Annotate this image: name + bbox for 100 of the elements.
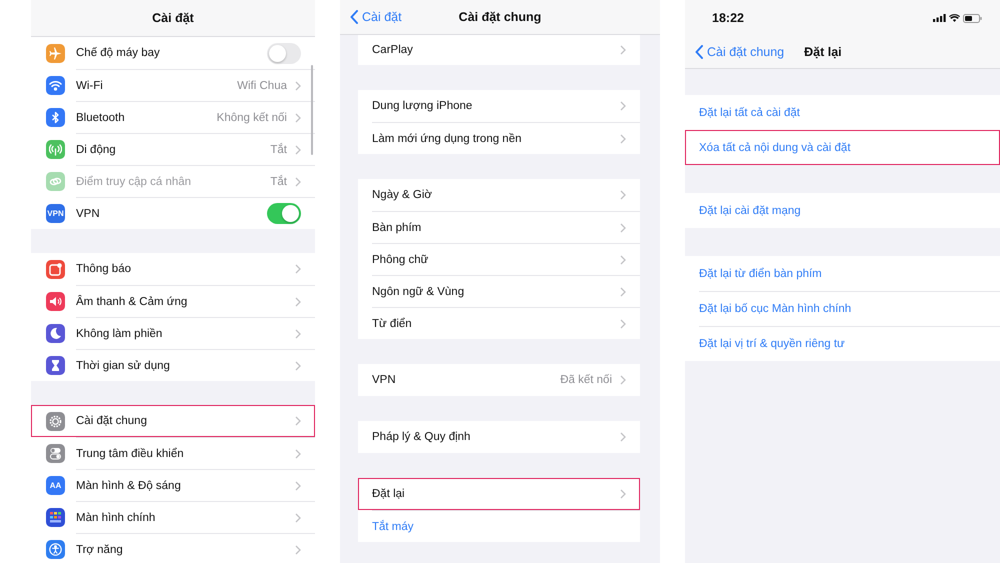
signal-icon	[933, 14, 946, 22]
chevron-icon	[295, 328, 301, 338]
action-link[interactable]: Tắt máy	[372, 520, 626, 532]
setting-label: Không làm phiền	[76, 328, 164, 340]
settings-row[interactable]: Làm mới ứng dụng trong nền	[358, 122, 640, 154]
setting-label: Trợ năng	[76, 544, 124, 556]
settings-row[interactable]: Di động Tắt	[31, 133, 315, 165]
chevron-icon	[620, 101, 626, 111]
chevron-icon	[295, 264, 301, 274]
setting-label: Từ điển	[372, 318, 413, 330]
settings-row[interactable]: Bàn phím	[358, 211, 640, 243]
settings-row[interactable]: Đặt lại	[358, 478, 640, 510]
chevron-icon	[620, 134, 626, 144]
settings-row[interactable]: VPN VPN	[31, 197, 315, 229]
setting-label: Ngày & Giờ	[372, 189, 433, 201]
setting-value: Tắt	[270, 176, 287, 188]
back-label[interactable]: Cài đặt	[362, 10, 402, 24]
back-icon	[350, 10, 358, 24]
setting-value: Đã kết nối	[560, 374, 612, 386]
settings-row[interactable]: Đặt lại tất cả cài đặt	[685, 95, 1000, 130]
chevron-icon	[620, 45, 626, 55]
setting-label: VPN	[76, 208, 101, 220]
settings-row[interactable]: Dung lượng iPhone	[358, 90, 640, 122]
setting-label: Thời gian sử dụng	[76, 360, 171, 372]
setting-label: Cài đặt chung	[76, 415, 148, 427]
setting-label: Màn hình & Độ sáng	[76, 480, 182, 492]
setting-label: VPN	[372, 374, 397, 386]
setting-label: Màn hình chính	[76, 512, 156, 524]
chevron-icon	[620, 254, 626, 264]
settings-row[interactable]: Đặt lại cài đặt mạng	[685, 193, 1000, 228]
settings-row[interactable]: Đặt lại từ điển bàn phím	[685, 256, 1000, 291]
settings-row[interactable]: Tắt máy	[358, 510, 640, 542]
chevron-icon	[295, 512, 301, 522]
settings-row[interactable]: Ngày & Giờ	[358, 179, 640, 211]
chevron-icon	[620, 318, 626, 328]
settings-row[interactable]: Không làm phiền	[31, 317, 315, 349]
wifi-icon	[949, 14, 960, 22]
screen-title: Cài đặt chung	[458, 10, 542, 24]
settings-row[interactable]: Thời gian sử dụng	[31, 349, 315, 381]
chevron-icon	[295, 544, 301, 554]
settings-row[interactable]: Màn hình chính	[31, 501, 315, 533]
action-link[interactable]: Đặt lại từ điển bàn phím	[699, 268, 986, 280]
setting-label: Bàn phím	[372, 222, 422, 234]
action-link[interactable]: Đặt lại vị trí & quyền riêng tư	[699, 338, 986, 350]
action-link[interactable]: Đặt lại cài đặt mạng	[699, 204, 986, 216]
setting-label: Làm mới ứng dụng trong nền	[372, 132, 522, 144]
chevron-icon	[295, 112, 301, 122]
action-link[interactable]: Đặt lại tất cả cài đặt	[699, 106, 986, 118]
settings-row[interactable]: Cài đặt chung	[31, 405, 315, 437]
chevron-icon	[620, 375, 626, 385]
text-icon: AA	[46, 476, 65, 494]
toggle-switch[interactable]	[267, 42, 301, 64]
setting-label: Di động	[76, 144, 117, 156]
action-link[interactable]: Đặt lại bố cục Màn hình chính	[699, 303, 986, 315]
setting-label: CarPlay	[372, 44, 414, 56]
setting-label: Trung tâm điều khiển	[76, 448, 185, 460]
setting-value: Không kết nối	[216, 112, 287, 124]
chevron-icon	[295, 144, 301, 154]
chevron-icon	[295, 416, 301, 426]
status-time: 18:22	[712, 11, 744, 25]
action-link[interactable]: Xóa tất cả nội dung và cài đặt	[699, 142, 986, 154]
setting-label: Bluetooth	[76, 112, 126, 124]
text-icon: VPN	[46, 204, 65, 222]
setting-label: Chế độ máy bay	[76, 47, 161, 59]
settings-row[interactable]: Thông báo	[31, 253, 315, 285]
screen-title: Đặt lại	[804, 45, 842, 59]
settings-row[interactable]: Âm thanh & Cảm ứng	[31, 285, 315, 317]
settings-row[interactable]: Đặt lại bố cục Màn hình chính	[685, 291, 1000, 326]
back-button[interactable]: Cài đặt	[350, 10, 402, 24]
settings-row[interactable]: Trung tâm điều khiển	[31, 437, 315, 469]
settings-row[interactable]: VPN Đã kết nối	[358, 364, 640, 396]
battery-icon	[963, 14, 982, 22]
setting-label: Phông chữ	[372, 254, 430, 266]
settings-row[interactable]: Ngôn ngữ & Vùng	[358, 275, 640, 307]
setting-label: Điểm truy cập cá nhân	[76, 176, 192, 188]
settings-row[interactable]: Từ điển	[358, 307, 640, 339]
settings-row[interactable]: Trợ năng	[31, 533, 315, 563]
setting-label: Âm thanh & Cảm ứng	[76, 296, 188, 308]
settings-row[interactable]: Xóa tất cả nội dung và cài đặt	[685, 130, 1000, 165]
chevron-icon	[620, 489, 626, 499]
setting-value: Wifi Chua	[237, 80, 287, 92]
settings-row[interactable]: AA Màn hình & Độ sáng	[31, 469, 315, 501]
setting-label: Đặt lại	[372, 488, 406, 500]
setting-label: Dung lượng iPhone	[372, 100, 474, 112]
chevron-icon	[295, 296, 301, 306]
chevron-icon	[295, 176, 301, 186]
setting-label: Thông báo	[76, 263, 132, 275]
settings-row[interactable]: Đặt lại vị trí & quyền riêng tư	[685, 326, 1000, 361]
chevron-icon	[620, 190, 626, 200]
chevron-icon	[295, 480, 301, 490]
setting-label: Wi-Fi	[76, 80, 104, 92]
settings-row[interactable]: Chế độ máy bay	[31, 37, 315, 69]
chevron-icon	[620, 222, 626, 232]
chevron-icon	[295, 360, 301, 370]
toggle-switch[interactable]	[267, 203, 301, 224]
settings-row[interactable]: CarPlay	[358, 35, 640, 65]
settings-row[interactable]: Pháp lý & Quy định	[358, 421, 640, 453]
chevron-icon	[295, 80, 301, 90]
settings-row[interactable]: Phông chữ	[358, 243, 640, 275]
back-icon	[695, 45, 703, 59]
